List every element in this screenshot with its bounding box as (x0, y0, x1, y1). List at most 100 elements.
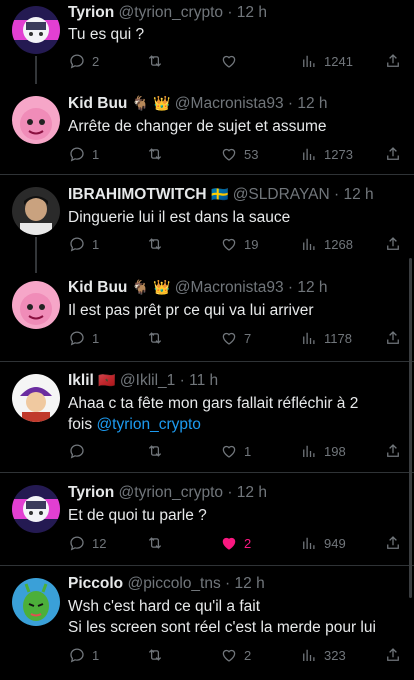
timestamp[interactable]: 11 h (189, 372, 218, 389)
retweet-icon (146, 646, 164, 664)
views-button[interactable]: 1178 (300, 328, 352, 348)
like-button[interactable] (220, 51, 244, 71)
tweet-text-line: fois @tyrion_crypto (68, 414, 404, 435)
avatar-tyrion[interactable] (12, 485, 60, 533)
separator: · (287, 279, 294, 296)
retweet-button[interactable] (146, 328, 170, 348)
display-name[interactable]: IBRAHIMOTWITCH (68, 186, 207, 203)
display-name[interactable]: Tyrion (68, 484, 114, 501)
reply-button[interactable]: 1 (68, 645, 99, 665)
reply-button[interactable]: 1 (68, 234, 99, 254)
share-button[interactable] (384, 441, 402, 461)
reply-tweet-tyrion-2[interactable]: Tyrion @tyrion_crypto · 12 h Et de quoi … (0, 473, 414, 563)
tweet-header: IBRAHIMOTWITCH 🇸🇪 @SLDRAYAN · 12 h (68, 186, 406, 204)
reply-count: 1 (92, 330, 100, 346)
display-name[interactable]: Kid Buu (68, 95, 127, 112)
retweet-button[interactable] (146, 234, 170, 254)
share-button[interactable] (384, 328, 402, 348)
views-button[interactable]: 198 (300, 441, 346, 461)
timestamp[interactable]: 12 h (235, 575, 265, 592)
views-button[interactable]: 323 (300, 645, 346, 665)
retweet-button[interactable] (146, 645, 170, 665)
analytics-icon (300, 442, 318, 460)
handle[interactable]: @piccolo_tns (127, 575, 220, 592)
avatar-tyrion[interactable] (12, 6, 60, 54)
reply-tweet-kidbuu-2[interactable]: Kid Buu 🐐 👑 @Macronista93 · 12 h Il est … (0, 273, 414, 359)
retweet-icon (146, 534, 164, 552)
reply-count: 12 (92, 535, 107, 551)
views-button[interactable]: 1268 (300, 234, 353, 254)
share-icon (384, 646, 402, 664)
heart-icon (220, 235, 238, 253)
views-button[interactable]: 1273 (300, 144, 353, 164)
avatar-piccolo[interactable] (12, 578, 60, 626)
handle[interactable]: @SLDRAYAN (233, 186, 330, 203)
reply-tweet-ibrahimotwitch[interactable]: IBRAHIMOTWITCH 🇸🇪 @SLDRAYAN · 12 h Dingu… (0, 175, 414, 273)
tweet-text-fragment: fois (68, 416, 93, 433)
share-icon (384, 52, 402, 70)
timestamp[interactable]: 12 h (343, 186, 373, 203)
share-button[interactable] (384, 144, 402, 164)
views-button[interactable]: 1241 (300, 51, 353, 71)
share-button[interactable] (384, 234, 402, 254)
views-button[interactable]: 949 (300, 533, 346, 553)
display-name[interactable]: Tyrion (68, 4, 114, 21)
tweet-header: Kid Buu 🐐 👑 @Macronista93 · 12 h (68, 279, 406, 297)
display-name[interactable]: Iklil (68, 372, 94, 389)
timestamp[interactable]: 12 h (297, 279, 327, 296)
like-count: 2 (244, 535, 252, 551)
like-button[interactable]: 1 (220, 441, 251, 461)
reply-button[interactable] (68, 441, 92, 461)
avatar-kidbuu[interactable] (12, 96, 60, 144)
action-bar: 2 1241 (68, 51, 408, 71)
handle[interactable]: @tyrion_crypto (119, 4, 223, 21)
reply-button[interactable]: 1 (68, 144, 99, 164)
reply-button[interactable]: 2 (68, 51, 99, 71)
retweet-button[interactable] (146, 144, 170, 164)
retweet-button[interactable] (146, 533, 170, 553)
reply-button[interactable]: 1 (68, 328, 99, 348)
share-button[interactable] (384, 645, 402, 665)
reply-tweet-kidbuu-1[interactable]: Kid Buu 🐐 👑 @Macronista93 · 12 h Arrête … (0, 84, 414, 172)
tweet-text-line: Ahaa c ta fête mon gars fallait réfléchi… (68, 395, 359, 412)
display-name[interactable]: Piccolo (68, 575, 123, 592)
timestamp[interactable]: 12 h (297, 95, 327, 112)
share-button[interactable] (384, 533, 402, 553)
avatar-iklil[interactable] (12, 374, 60, 422)
like-count: 7 (244, 330, 252, 346)
reply-tweet-piccolo[interactable]: Piccolo @piccolo_tns · 12 h Wsh c'est ha… (0, 566, 414, 680)
handle[interactable]: @Macronista93 (175, 95, 284, 112)
handle[interactable]: @Iklil_1 (120, 372, 175, 389)
avatar-kidbuu[interactable] (12, 281, 60, 329)
like-button[interactable]: 53 (220, 144, 258, 164)
retweet-button[interactable] (146, 51, 170, 71)
action-bar: 12 2 949 (68, 533, 408, 553)
timestamp[interactable]: 12 h (237, 484, 267, 501)
tweet-header: Kid Buu 🐐 👑 @Macronista93 · 12 h (68, 95, 406, 113)
retweet-button[interactable] (146, 441, 170, 461)
separator: · (225, 575, 231, 592)
tweet-header: Tyrion @tyrion_crypto · 12 h (68, 484, 406, 502)
scrollbar[interactable] (409, 258, 412, 598)
reply-tweet-tyrion-1[interactable]: Tyrion @tyrion_crypto · 12 h Tu es qui ?… (0, 0, 414, 84)
timestamp[interactable]: 12 h (237, 4, 267, 21)
share-button[interactable] (384, 51, 402, 71)
action-bar: 1 2 323 (68, 645, 408, 665)
handle[interactable]: @tyrion_crypto (119, 484, 223, 501)
views-count: 1241 (324, 53, 353, 69)
mention-link[interactable]: @tyrion_crypto (96, 416, 200, 433)
reply-button[interactable]: 12 (68, 533, 106, 553)
display-name[interactable]: Kid Buu (68, 279, 127, 296)
views-count: 1268 (324, 236, 353, 252)
avatar-ibrahimotwitch[interactable] (12, 187, 60, 235)
reply-tweet-iklil[interactable]: Iklil 🇲🇦 @Iklil_1 · 11 h Ahaa c ta fête … (0, 362, 414, 472)
like-button[interactable]: 19 (220, 234, 258, 254)
handle[interactable]: @Macronista93 (175, 279, 284, 296)
views-count: 198 (324, 443, 346, 459)
tweet-text: Il est pas prêt pr ce qui va lui arriver (68, 302, 314, 319)
reply-icon (68, 329, 86, 347)
like-button[interactable]: 7 (220, 328, 251, 348)
tweet-text-line: Si les screen sont réel c'est la merde p… (68, 619, 376, 636)
like-button[interactable]: 2 (220, 533, 251, 553)
like-button[interactable]: 2 (220, 645, 251, 665)
